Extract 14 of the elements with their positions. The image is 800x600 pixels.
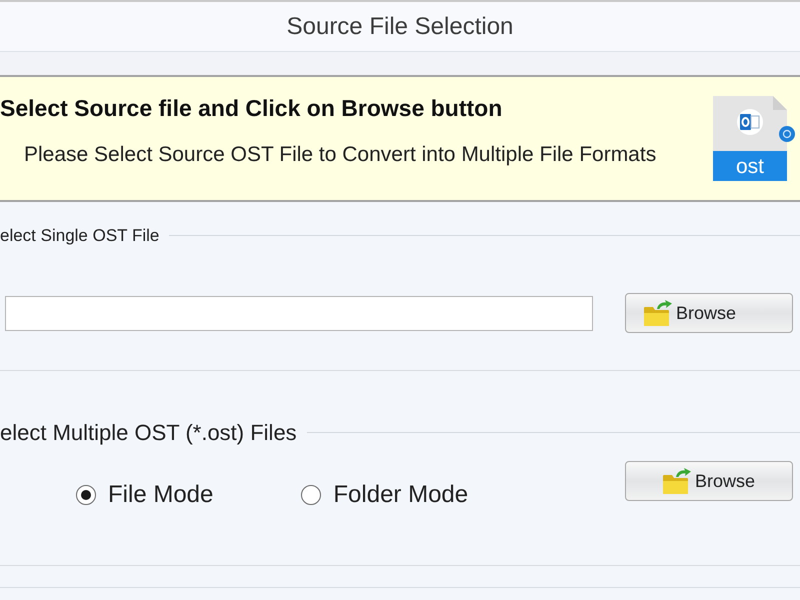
browse-button[interactable]: Browse [625,461,793,501]
window-title: Source File Selection [286,12,514,42]
banner-heading: Select Source file and Click on Browse button [0,95,504,121]
file-type-label: ost [713,151,787,181]
group-label: elect Single OST File [0,226,160,246]
folder-icon [644,300,672,326]
banner-message: Please Select Source OST File to Convert into Multiple File Formats [24,143,658,167]
document-icon [713,96,795,151]
radio-option[interactable]: Folder Mode [301,481,468,509]
browse-button[interactable]: Browse [625,293,793,333]
folder-icon [662,468,691,494]
radio-option[interactable]: File Mode [76,481,214,509]
group-label: elect Multiple OST (*.ost) Files [0,420,297,446]
file-path-field[interactable] [5,296,593,330]
